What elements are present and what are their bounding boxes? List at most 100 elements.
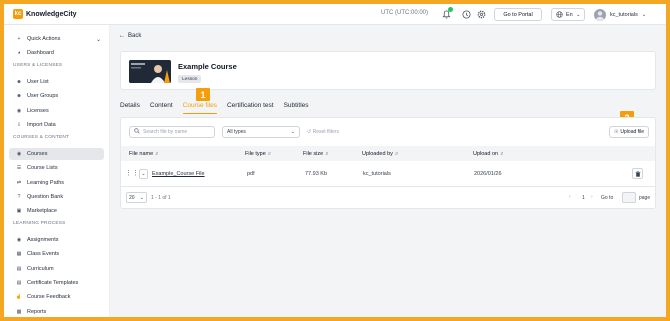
tab-certification-test[interactable]: Certification test bbox=[227, 102, 274, 114]
column-file-type[interactable]: File type ⇵ bbox=[245, 151, 271, 157]
drag-handle-icon[interactable]: ⋮⋮ bbox=[125, 169, 139, 177]
search-placeholder: Search file by name bbox=[143, 129, 188, 135]
question-icon: ? bbox=[17, 194, 21, 200]
sidebar-item-label: Course Feedback bbox=[27, 294, 71, 300]
store-icon: ▣ bbox=[16, 208, 22, 214]
sidebar-item-label: Quick Actions bbox=[27, 36, 61, 42]
sidebar-item-label: User List bbox=[27, 79, 49, 85]
go-to-portal-button[interactable]: Go to Portal bbox=[494, 8, 542, 21]
sidebar-item-import-data[interactable]: ⇩ Import Data bbox=[9, 119, 104, 131]
course-thumbnail bbox=[129, 60, 171, 83]
search-input[interactable]: Search file by name bbox=[129, 126, 215, 138]
sidebar-item-learning-paths[interactable]: ⇄ Learning Paths bbox=[9, 177, 104, 189]
book-icon: ▤ bbox=[16, 266, 22, 272]
course-type-badge: Lesson bbox=[178, 75, 202, 83]
sidebar-item-label: Question Bank bbox=[27, 194, 64, 200]
sidebar-item-class-events[interactable]: ▦ Class Events bbox=[9, 248, 104, 260]
app-frame: kc KnowledgeCity UTC (UTC:00:00) Go to P… bbox=[4, 4, 666, 317]
filter-icon: ↺ bbox=[307, 129, 312, 135]
chevron-left-icon[interactable]: ‹ bbox=[569, 194, 571, 200]
upload-file-label: Upload file bbox=[620, 129, 645, 135]
column-upload-on[interactable]: Upload on ⇵ bbox=[473, 151, 503, 157]
column-uploaded-by[interactable]: Uploaded by ⇵ bbox=[362, 151, 398, 157]
back-label: Back bbox=[128, 33, 142, 39]
help-icon[interactable] bbox=[461, 9, 471, 19]
tab-subtitles[interactable]: Subtitles bbox=[284, 102, 309, 114]
import-icon: ⇩ bbox=[16, 122, 22, 128]
chevron-down-icon: ⌄ bbox=[290, 129, 295, 135]
trash-icon[interactable] bbox=[632, 168, 643, 179]
step-marker-1: 1 bbox=[196, 88, 210, 101]
license-icon: ◉ bbox=[16, 108, 22, 114]
expand-row-button[interactable]: ⌄ bbox=[139, 169, 148, 179]
tab-course-files[interactable]: Course files bbox=[182, 102, 217, 114]
current-page[interactable]: 1 bbox=[582, 195, 585, 201]
gear-icon[interactable] bbox=[476, 9, 486, 19]
user-menu[interactable]: kc_tutorials ⌄ bbox=[594, 7, 646, 22]
sidebar-item-licenses[interactable]: ◉ Licenses bbox=[9, 105, 104, 117]
sidebar-item-marketplace[interactable]: ▣ Marketplace bbox=[9, 205, 104, 217]
sidebar-item-label: Learning Paths bbox=[27, 180, 64, 186]
pagination: 20 ⌄ 1 - 1 of 1 ‹ 1 › Go to page bbox=[121, 191, 655, 205]
sidebar-item-question-bank[interactable]: ? Question Bank bbox=[9, 191, 104, 203]
language-value: En bbox=[566, 11, 573, 18]
main-content: ← Back Example Course Lesson Details Con… bbox=[110, 25, 666, 317]
reset-filters-button[interactable]: ↺ Reset filters bbox=[307, 129, 339, 135]
file-type-select[interactable]: All types ⌄ bbox=[222, 126, 300, 138]
logo[interactable]: kc KnowledgeCity bbox=[13, 9, 77, 19]
top-bar: kc KnowledgeCity UTC (UTC:00:00) Go to P… bbox=[4, 4, 666, 25]
tab-details[interactable]: Details bbox=[120, 102, 140, 114]
course-header-card: Example Course Lesson bbox=[120, 51, 656, 90]
sidebar-item-certificate-templates[interactable]: ▤ Certificate Templates bbox=[9, 277, 104, 289]
sidebar-item-curriculum[interactable]: ▤ Curriculum bbox=[9, 263, 104, 275]
upload-file-button[interactable]: ☉ Upload file bbox=[609, 126, 649, 138]
sidebar-item-courses[interactable]: ◉ Courses bbox=[9, 148, 104, 160]
back-link[interactable]: ← Back bbox=[119, 33, 141, 39]
file-name-link[interactable]: Example_Course File bbox=[152, 171, 205, 177]
courses-icon: ◉ bbox=[16, 151, 22, 157]
chevron-down-icon: ⌄ bbox=[95, 36, 101, 43]
arrow-left-icon: ← bbox=[119, 33, 125, 39]
upload-icon: ☉ bbox=[613, 129, 619, 135]
sidebar-item-label: Courses bbox=[27, 151, 48, 157]
file-size-cell: 77.93 Kb bbox=[305, 171, 328, 177]
sidebar-item-user-list[interactable]: ☻ User List bbox=[9, 76, 104, 88]
sort-icon: ⇵ bbox=[500, 151, 504, 156]
go-to-page-input[interactable] bbox=[622, 192, 636, 203]
sort-icon: ⇵ bbox=[155, 151, 159, 156]
bell-icon[interactable] bbox=[441, 7, 453, 19]
assignment-icon: ◉ bbox=[16, 237, 22, 243]
file-type-cell: pdf bbox=[247, 171, 255, 177]
column-file-name[interactable]: File name ⇵ bbox=[129, 151, 159, 157]
uploaded-by-cell: kc_tutorials bbox=[363, 171, 391, 177]
table-row: ⋮⋮ ⌄ Example_Course File pdf 77.93 Kb kc… bbox=[121, 161, 655, 187]
sidebar-item-assignments[interactable]: ◉ Assignments bbox=[9, 234, 104, 246]
language-select[interactable]: En ⌄ bbox=[551, 8, 585, 21]
sidebar-item-reports[interactable]: ▩ Reports bbox=[9, 306, 104, 317]
sidebar-item-course-lists[interactable]: ☰ Course Lists bbox=[9, 162, 104, 174]
plus-icon: + bbox=[17, 36, 21, 42]
column-file-size[interactable]: File size ⇵ bbox=[303, 151, 329, 157]
sidebar-item-dashboard[interactable]: ◕ Dashboard bbox=[9, 47, 104, 59]
page-word: page bbox=[639, 195, 651, 201]
range-label: 1 - 1 of 1 bbox=[151, 195, 171, 201]
sidebar-item-label: Import Data bbox=[27, 122, 56, 128]
sidebar-item-label: Assignments bbox=[27, 237, 59, 243]
sidebar-item-course-feedback[interactable]: ☝ Course Feedback bbox=[9, 291, 104, 303]
sort-icon: ⇵ bbox=[267, 151, 272, 156]
sidebar-item-quick-actions[interactable]: + Quick Actions ⌄ bbox=[9, 33, 104, 45]
go-to-label: Go to bbox=[601, 195, 614, 201]
section-heading-learning: LEARNING PROCESS bbox=[13, 221, 66, 226]
logo-text: KnowledgeCity bbox=[26, 10, 77, 18]
section-heading-courses: COURSES & CONTENT bbox=[13, 135, 70, 140]
tab-content[interactable]: Content bbox=[150, 102, 173, 114]
chevron-down-icon: ⌄ bbox=[641, 11, 647, 18]
sort-icon: ⇵ bbox=[394, 151, 399, 156]
course-tabs: Details Content Course files Certificati… bbox=[120, 102, 319, 114]
calendar-icon: ▦ bbox=[16, 251, 22, 257]
list-icon: ☰ bbox=[16, 165, 22, 171]
per-page-select[interactable]: 20 ⌄ bbox=[126, 192, 147, 203]
sidebar-item-user-groups[interactable]: ☻ User Groups bbox=[9, 90, 104, 102]
chevron-right-icon[interactable]: › bbox=[591, 194, 593, 200]
file-type-value: All types bbox=[227, 129, 246, 135]
